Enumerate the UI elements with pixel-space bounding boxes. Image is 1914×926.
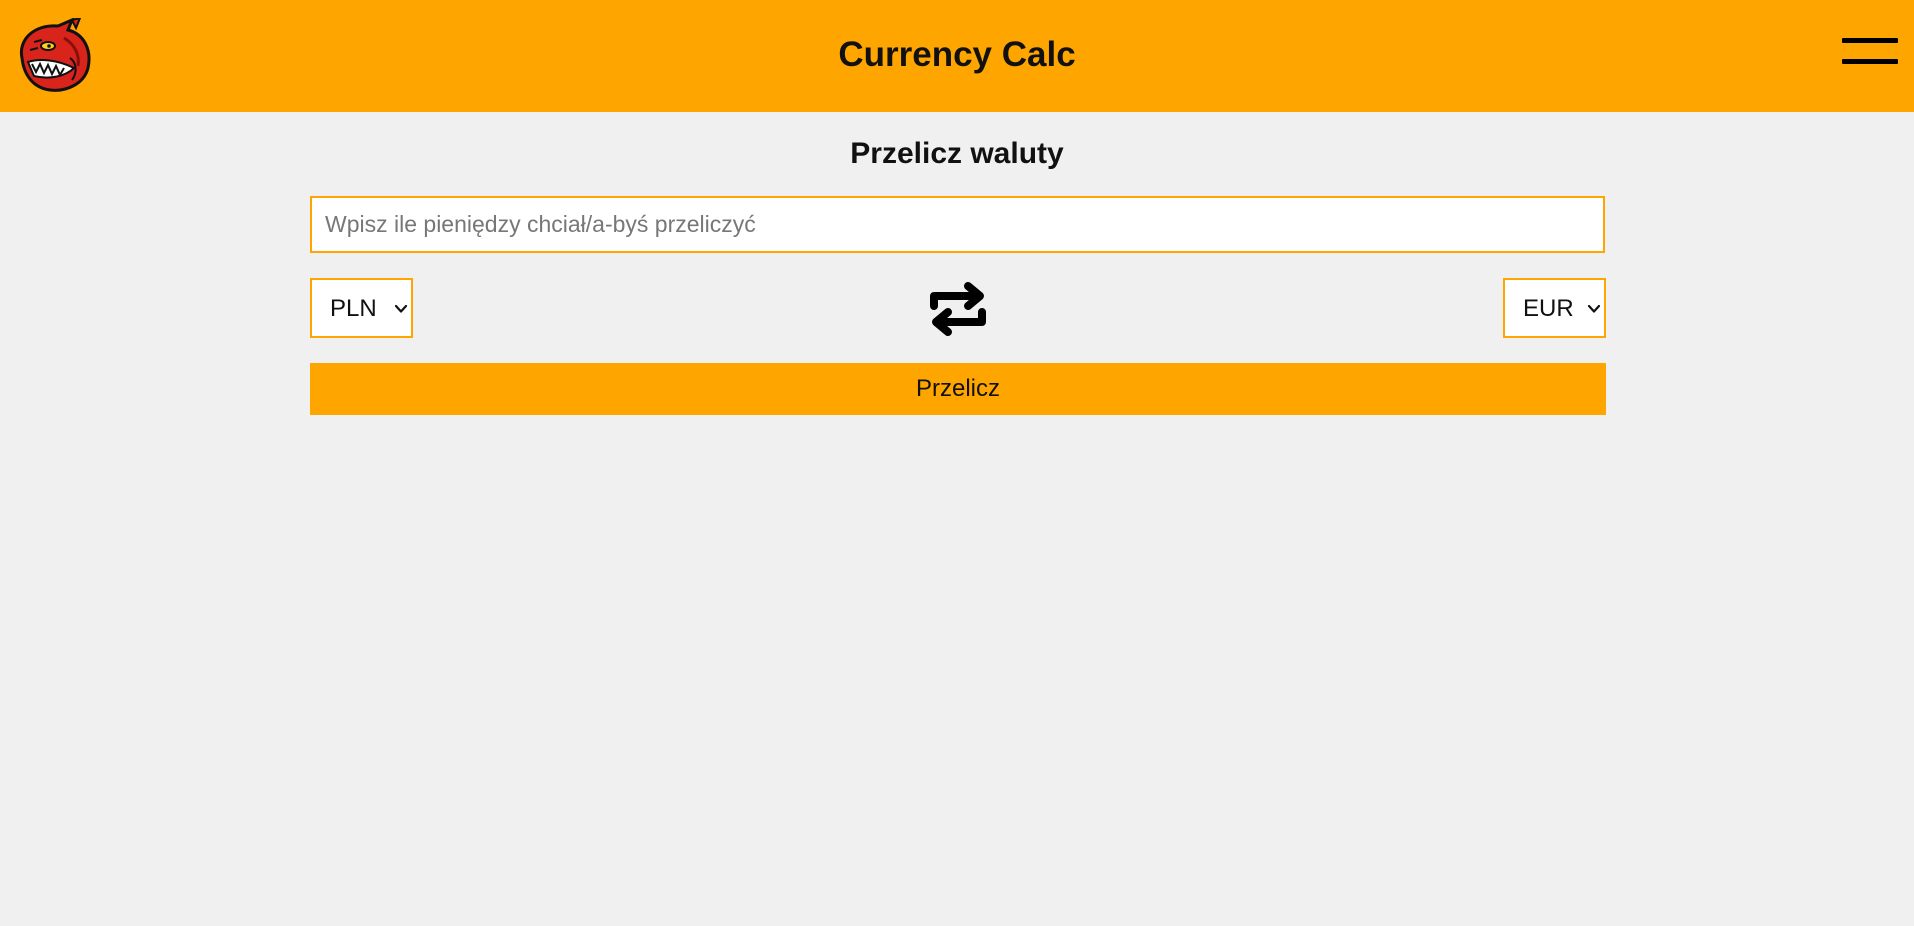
- to-currency-select[interactable]: EUR: [1503, 278, 1606, 338]
- amount-input[interactable]: [310, 196, 1605, 253]
- from-currency-value: PLN: [330, 295, 377, 322]
- menu-bar-bottom: [1842, 59, 1898, 64]
- top-bar: Currency Calc: [0, 0, 1914, 112]
- chevron-down-icon: [394, 304, 408, 313]
- page-heading: Przelicz waluty: [850, 137, 1064, 170]
- app-title: Currency Calc: [838, 35, 1076, 74]
- menu-bar-top: [1842, 38, 1898, 43]
- from-currency-select[interactable]: PLN: [310, 278, 413, 338]
- to-currency-value: EUR: [1523, 295, 1574, 322]
- hamburger-menu-icon[interactable]: [1842, 38, 1898, 68]
- convert-button[interactable]: Przelicz: [310, 363, 1606, 415]
- chevron-down-icon: [1587, 304, 1601, 313]
- swap-arrows-icon[interactable]: [926, 280, 990, 338]
